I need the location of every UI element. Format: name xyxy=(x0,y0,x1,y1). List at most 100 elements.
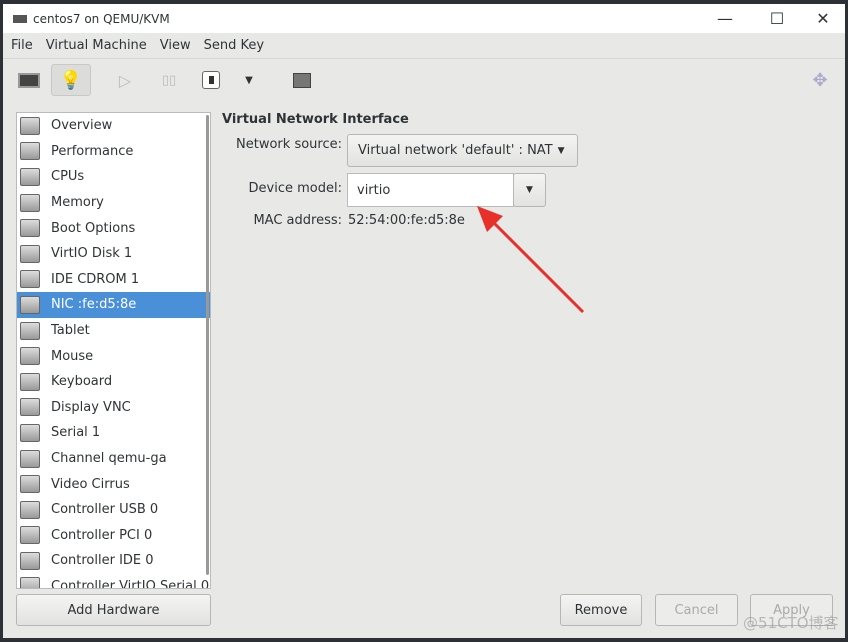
sidebar-item-label: Controller IDE 0 xyxy=(51,553,154,569)
shutdown-button[interactable] xyxy=(191,64,231,96)
device-icon xyxy=(20,219,40,238)
sidebar-item-label: Overview xyxy=(51,118,113,134)
monitor-icon xyxy=(18,72,40,88)
sidebar-item[interactable]: Overview xyxy=(17,113,210,139)
network-source-label: Network source: xyxy=(236,137,342,152)
sidebar-item[interactable]: Boot Options xyxy=(17,215,210,241)
sidebar-item-label: Channel qemu-ga xyxy=(51,451,167,467)
console-button[interactable] xyxy=(9,64,49,96)
window: centos7 on QEMU/KVM — ☐ ✕ File Virtual M… xyxy=(3,4,845,638)
sidebar-item-label: Video Cirrus xyxy=(51,476,130,492)
sidebar-item[interactable]: Controller IDE 0 xyxy=(17,548,210,574)
sidebar-item-label: Controller VirtIO Serial 0 xyxy=(51,578,210,589)
sidebar-item-label: Serial 1 xyxy=(51,425,101,441)
app-icon xyxy=(13,14,27,23)
device-icon xyxy=(20,551,40,570)
device-model-label: Device model: xyxy=(248,181,342,196)
sidebar-item-label: CPUs xyxy=(51,169,85,185)
sidebar-item[interactable]: VirtIO Disk 1 xyxy=(17,241,210,267)
device-icon xyxy=(20,475,40,494)
device-icon xyxy=(20,167,40,186)
power-icon xyxy=(202,71,220,89)
mac-address-label: MAC address: xyxy=(253,213,342,228)
device-icon xyxy=(20,142,40,161)
sidebar-item-label: Tablet xyxy=(51,323,90,339)
sidebar-item[interactable]: IDE CDROM 1 xyxy=(17,267,210,293)
move-icon: ✥ xyxy=(812,69,828,91)
toolbar: 💡 ▷ ▯▯ ▼ ✥ xyxy=(3,59,845,101)
network-source-value: Virtual network 'default' : NAT xyxy=(358,143,553,158)
details-button[interactable]: 💡 xyxy=(51,64,91,96)
sidebar-item[interactable]: Mouse xyxy=(17,343,210,369)
sidebar-item[interactable]: Controller VirtIO Serial 0 xyxy=(17,574,210,589)
device-icon xyxy=(20,449,40,468)
mac-address-value: 52:54:00:fe:d5:8e xyxy=(348,213,465,228)
sidebar-item-label: VirtIO Disk 1 xyxy=(51,246,133,262)
cancel-button[interactable]: Cancel xyxy=(655,594,738,626)
menu-virtual-machine[interactable]: Virtual Machine xyxy=(46,38,147,53)
sidebar-item[interactable]: Controller USB 0 xyxy=(17,497,210,523)
lightbulb-icon: 💡 xyxy=(59,69,83,91)
device-icon xyxy=(20,500,40,519)
sidebar-item[interactable]: Display VNC xyxy=(17,395,210,421)
snapshots-icon xyxy=(293,72,311,88)
run-button[interactable]: ▷ xyxy=(105,64,145,96)
shutdown-menu-button[interactable]: ▼ xyxy=(229,64,269,96)
pause-icon: ▯▯ xyxy=(161,72,177,88)
sidebar-item-label: Controller PCI 0 xyxy=(51,527,153,543)
sidebar-item[interactable]: Tablet xyxy=(17,318,210,344)
sidebar-item[interactable]: CPUs xyxy=(17,164,210,190)
device-icon xyxy=(20,372,40,391)
sidebar-item-label: Display VNC xyxy=(51,399,131,415)
sidebar-item[interactable]: NIC :fe:d5:8e xyxy=(17,292,210,318)
add-hardware-button[interactable]: Add Hardware xyxy=(16,594,211,626)
device-model-input[interactable]: virtio xyxy=(347,173,514,207)
sidebar-item[interactable]: Memory xyxy=(17,190,210,216)
watermark: @51CTO博客 xyxy=(743,614,839,632)
device-icon xyxy=(20,321,40,340)
scrollbar[interactable] xyxy=(206,115,209,575)
maximize-button[interactable]: ☐ xyxy=(757,4,797,33)
title-bar: centos7 on QEMU/KVM — ☐ ✕ xyxy=(3,4,845,33)
section-heading: Virtual Network Interface xyxy=(222,112,409,127)
sidebar-item-label: NIC :fe:d5:8e xyxy=(51,297,137,313)
sidebar-item-label: Memory xyxy=(51,195,104,211)
sidebar-item-label: Keyboard xyxy=(51,374,113,390)
minimize-button[interactable]: — xyxy=(705,4,745,33)
snapshots-button[interactable] xyxy=(282,64,322,96)
network-source-dropdown[interactable]: Virtual network 'default' : NAT ▼ xyxy=(347,134,578,167)
sidebar-item[interactable]: Channel qemu-ga xyxy=(17,446,210,472)
device-icon xyxy=(20,347,40,366)
device-icon xyxy=(20,193,40,212)
pause-button[interactable]: ▯▯ xyxy=(149,64,189,96)
menu-view[interactable]: View xyxy=(160,38,191,53)
close-button[interactable]: ✕ xyxy=(803,4,843,33)
device-icon xyxy=(20,295,40,314)
sidebar-item-label: Mouse xyxy=(51,348,94,364)
sidebar-item-label: Boot Options xyxy=(51,220,136,236)
sidebar-item-label: Controller USB 0 xyxy=(51,502,159,518)
sidebar-item-label: IDE CDROM 1 xyxy=(51,271,140,287)
menu-bar: File Virtual Machine View Send Key xyxy=(3,33,845,59)
sidebar-item[interactable]: Serial 1 xyxy=(17,420,210,446)
device-icon xyxy=(20,116,40,135)
chevron-down-icon: ▼ xyxy=(245,74,253,86)
fullscreen-button[interactable]: ✥ xyxy=(800,64,840,96)
device-model-dropdown-button[interactable]: ▼ xyxy=(513,173,546,207)
sidebar-item[interactable]: Performance xyxy=(17,139,210,165)
chevron-down-icon: ▼ xyxy=(526,185,533,195)
device-icon xyxy=(20,398,40,417)
sidebar-item[interactable]: Video Cirrus xyxy=(17,471,210,497)
menu-file[interactable]: File xyxy=(11,38,33,53)
device-icon xyxy=(20,526,40,545)
chevron-down-icon: ▼ xyxy=(557,145,565,156)
hardware-list: Overview Performance CPUs Memory Boot Option… xyxy=(16,112,211,589)
sidebar-item-label: Performance xyxy=(51,143,134,159)
remove-button[interactable]: Remove xyxy=(560,594,642,626)
menu-send-key[interactable]: Send Key xyxy=(204,38,264,53)
device-icon xyxy=(20,423,40,442)
sidebar-item[interactable]: Controller PCI 0 xyxy=(17,523,210,549)
play-icon: ▷ xyxy=(118,70,132,90)
sidebar-item[interactable]: Keyboard xyxy=(17,369,210,395)
device-icon xyxy=(20,577,40,588)
